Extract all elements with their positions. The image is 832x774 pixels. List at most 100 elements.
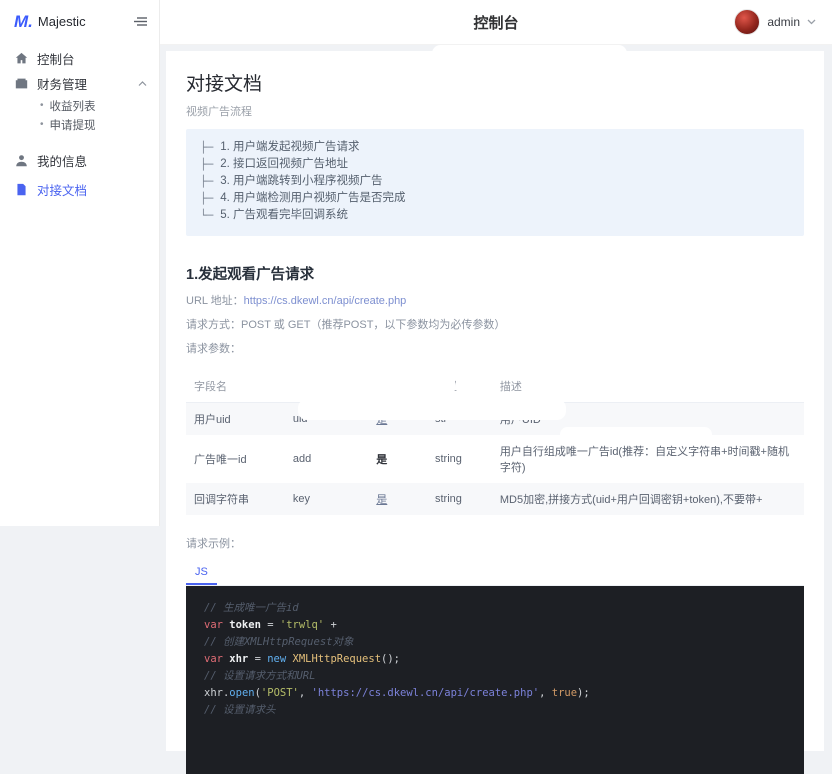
code-line: var xhr = new XMLHttpRequest(); xyxy=(204,651,786,668)
code-token: 'POST' xyxy=(261,687,299,699)
method-label: 请求方式： xyxy=(186,319,241,331)
example-tabbar: JS xyxy=(186,563,804,586)
tree-branch-icon: ├─ xyxy=(200,139,213,156)
table-column-header: 描述 xyxy=(492,371,804,403)
code-token: open xyxy=(229,687,254,699)
params-label: 请求参数： xyxy=(186,340,804,356)
tree-branch-icon: ├─ xyxy=(200,190,213,207)
sidebar-item-label: 控制台 xyxy=(37,49,75,68)
table-column-header: 变量名 xyxy=(285,371,368,403)
tree-branch-icon: ├─ xyxy=(200,173,213,190)
code-line: // 创建XMLHttpRequest对象 xyxy=(204,634,786,651)
flow-step: ├─ 4. 用户端检测用户视频广告是否完成 xyxy=(200,190,790,207)
table-cell: str xyxy=(427,403,492,436)
wallet-icon xyxy=(15,77,28,90)
method-value: POST 或 GET（推荐POST，以下参数均为必传参数） xyxy=(241,319,505,331)
sidebar-item-finance[interactable]: 财务管理 xyxy=(0,71,159,96)
sidebar-subitem-withdraw[interactable]: 申请提现 xyxy=(0,115,159,134)
sidebar-menu: 控制台财务管理收益列表申请提现我的信息对接文档 xyxy=(0,42,159,202)
table-column-header: 字段名 xyxy=(186,371,285,403)
code-token: , xyxy=(539,687,552,699)
section-heading: 1.发起观看广告请求 xyxy=(186,263,804,284)
table-cell: 回调字符串 xyxy=(186,483,285,515)
sidebar-item-label: 财务管理 xyxy=(37,74,87,93)
sidebar-subitem-revenue-list[interactable]: 收益列表 xyxy=(0,96,159,115)
url-line: URL 地址：https://cs.dkewl.cn/api/create.ph… xyxy=(186,292,804,308)
code-token: var xyxy=(204,619,223,631)
table-cell: 用户自行组成唯一广告id(推荐：自定义字符串+时间戳+随机字符) xyxy=(492,435,804,483)
code-token: 'trwlq' xyxy=(280,619,324,631)
table-cell: add xyxy=(285,435,368,483)
page-title: 控制台 xyxy=(473,12,518,33)
sidebar: M. Majestic 控制台财务管理收益列表申请提现我的信息对接文档 xyxy=(0,0,160,526)
table-cell: 用户uid xyxy=(186,403,285,436)
code-token: xhr. xyxy=(204,687,229,699)
api-url-link[interactable]: https://cs.dkewl.cn/api/create.php xyxy=(244,295,407,307)
sidebar-item-dashboard[interactable]: 控制台 xyxy=(0,46,159,71)
tree-branch-icon: ├─ xyxy=(200,156,213,173)
method-line: 请求方式：POST 或 GET（推荐POST，以下参数均为必传参数） xyxy=(186,316,804,332)
code-token: var xyxy=(204,653,223,665)
flow-step: ├─ 3. 用户端跳转到小程序视频广告 xyxy=(200,173,790,190)
tab-js[interactable]: JS xyxy=(186,563,217,585)
flow-step-label: 3. 用户端跳转到小程序视频广告 xyxy=(220,173,382,190)
table-cell: key xyxy=(285,483,368,515)
code-token: XMLHttpRequest xyxy=(286,653,381,665)
table-cell: string xyxy=(427,435,492,483)
code-token: (); xyxy=(381,653,400,665)
sidebar-item-docs[interactable]: 对接文档 xyxy=(0,177,159,202)
doc-content: 对接文档 视频广告流程 ├─1. 用户端发起视频广告请求├─2. 接口返回视频广… xyxy=(166,51,824,751)
code-token: // 生成唯一广告id xyxy=(204,602,299,614)
code-token: = xyxy=(248,653,267,665)
doc-subtitle: 视频广告流程 xyxy=(186,103,804,119)
sidebar-header: M. Majestic xyxy=(0,0,159,42)
table-row: 回调字符串key是stringMD5加密,拼接方式(uid+用户回调密钥+tok… xyxy=(186,483,804,515)
topbar: 控制台 admin xyxy=(160,0,832,45)
user-menu[interactable]: admin xyxy=(734,0,816,44)
sidebar-item-label: 对接文档 xyxy=(37,180,87,199)
doc-title: 对接文档 xyxy=(186,69,804,96)
code-token: new xyxy=(267,653,286,665)
user-icon xyxy=(15,154,28,167)
table-cell: uid xyxy=(285,403,368,436)
code-line: // 设置请求方式和URL xyxy=(204,668,786,685)
code-line: var token = 'trwlq' + xyxy=(204,617,786,634)
flow-step: ├─2. 接口返回视频广告地址 xyxy=(200,156,790,173)
code-token: = xyxy=(261,619,280,631)
code-token: true xyxy=(552,687,577,699)
code-block[interactable]: // 生成唯一广告id var token = 'trwlq' + // 创建XML… xyxy=(186,586,804,774)
code-line: // 生成唯一广告id xyxy=(204,600,786,617)
code-token: 'https://cs.dkewl.cn/api/create.php' xyxy=(312,687,540,699)
code-token: // 设置请求方式和URL xyxy=(204,670,315,682)
chevron-down-icon xyxy=(807,19,816,25)
table-cell: 是 xyxy=(368,403,427,436)
flow-step: ├─1. 用户端发起视频广告请求 xyxy=(200,139,790,156)
example-label: 请求示例： xyxy=(186,535,804,551)
code-token: xhr xyxy=(223,653,248,665)
doc-icon xyxy=(15,183,28,196)
table-row: 广告唯一idadd是string用户自行组成唯一广告id(推荐：自定义字符串+时… xyxy=(186,435,804,483)
sidebar-item-profile[interactable]: 我的信息 xyxy=(0,148,159,173)
sidebar-item-label: 我的信息 xyxy=(37,151,87,170)
table-column-header: 必填 xyxy=(368,371,427,403)
menu-collapse-icon[interactable] xyxy=(134,16,147,27)
code-token: // 创建XMLHttpRequest对象 xyxy=(204,636,353,648)
chevron-up-icon xyxy=(138,81,147,87)
code-token: token xyxy=(223,619,261,631)
user-name: admin xyxy=(767,15,800,29)
table-cell: 用户UID xyxy=(492,403,804,436)
code-line: xhr.open('POST', 'https://cs.dkewl.cn/ap… xyxy=(204,685,786,702)
table-column-header: 类型 xyxy=(427,371,492,403)
sidebar-subitem-label: 申请提现 xyxy=(50,117,96,133)
table-cell: 是 xyxy=(368,483,427,515)
table-row: 用户uiduid是str用户UID xyxy=(186,403,804,436)
brand-logo: M. Majestic xyxy=(14,13,86,30)
code-token: ); xyxy=(577,687,590,699)
url-label: URL 地址： xyxy=(186,295,244,307)
params-table: 字段名变量名必填类型描述 用户uiduid是str用户UID广告唯一idadd是… xyxy=(186,371,804,515)
flow-step: └─5. 广告观看完毕回调系统 xyxy=(200,207,790,224)
flow-step-label: 4. 用户端检测用户视频广告是否完成 xyxy=(220,190,405,207)
params-table-header: 字段名变量名必填类型描述 xyxy=(186,371,804,403)
brand-logo-icon: M. xyxy=(14,13,33,30)
params-table-body: 用户uiduid是str用户UID广告唯一idadd是string用户自行组成唯… xyxy=(186,403,804,516)
